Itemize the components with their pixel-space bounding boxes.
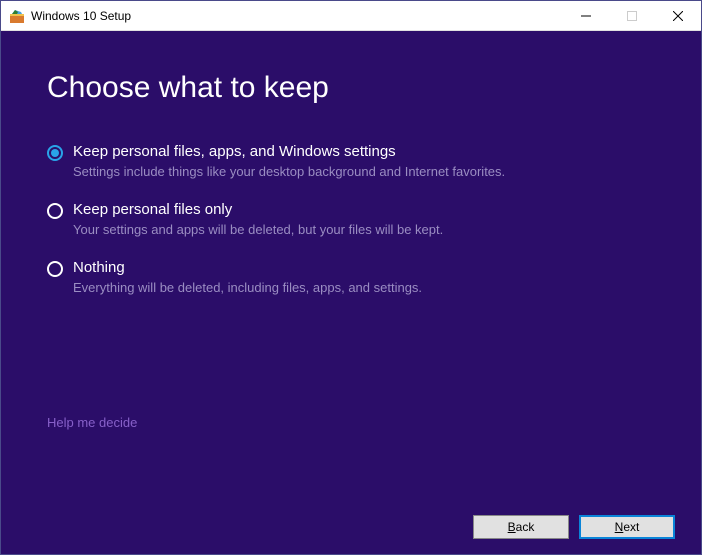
radio-keep-all[interactable] — [47, 145, 63, 161]
radio-nothing[interactable] — [47, 261, 63, 277]
option-desc: Your settings and apps will be deleted, … — [73, 222, 443, 237]
back-button[interactable]: Back — [473, 515, 569, 539]
close-button[interactable] — [655, 1, 701, 30]
option-text: Nothing Everything will be deleted, incl… — [73, 259, 422, 295]
option-keep-files: Keep personal files only Your settings a… — [47, 201, 655, 237]
next-button-label: Next — [615, 520, 640, 534]
radio-keep-files[interactable] — [47, 203, 63, 219]
option-desc: Everything will be deleted, including fi… — [73, 280, 422, 295]
titlebar: Windows 10 Setup — [1, 1, 701, 31]
option-label[interactable]: Nothing — [73, 259, 422, 276]
option-text: Keep personal files, apps, and Windows s… — [73, 143, 505, 179]
footer: Back Next — [1, 500, 701, 554]
option-text: Keep personal files only Your settings a… — [73, 201, 443, 237]
option-label[interactable]: Keep personal files only — [73, 201, 443, 218]
minimize-button[interactable] — [563, 1, 609, 30]
app-icon — [9, 8, 25, 24]
next-button[interactable]: Next — [579, 515, 675, 539]
content-area: Choose what to keep Keep personal files,… — [1, 31, 701, 500]
setup-window: Windows 10 Setup Choose what to keep Kee… — [0, 0, 702, 555]
window-title: Windows 10 Setup — [31, 9, 563, 23]
window-controls — [563, 1, 701, 30]
option-label[interactable]: Keep personal files, apps, and Windows s… — [73, 143, 505, 160]
option-desc: Settings include things like your deskto… — [73, 164, 505, 179]
page-heading: Choose what to keep — [47, 71, 655, 105]
maximize-button — [609, 1, 655, 30]
option-keep-all: Keep personal files, apps, and Windows s… — [47, 143, 655, 179]
help-link[interactable]: Help me decide — [47, 415, 137, 430]
options-group: Keep personal files, apps, and Windows s… — [47, 143, 655, 295]
back-button-label: Back — [508, 520, 535, 534]
option-nothing: Nothing Everything will be deleted, incl… — [47, 259, 655, 295]
